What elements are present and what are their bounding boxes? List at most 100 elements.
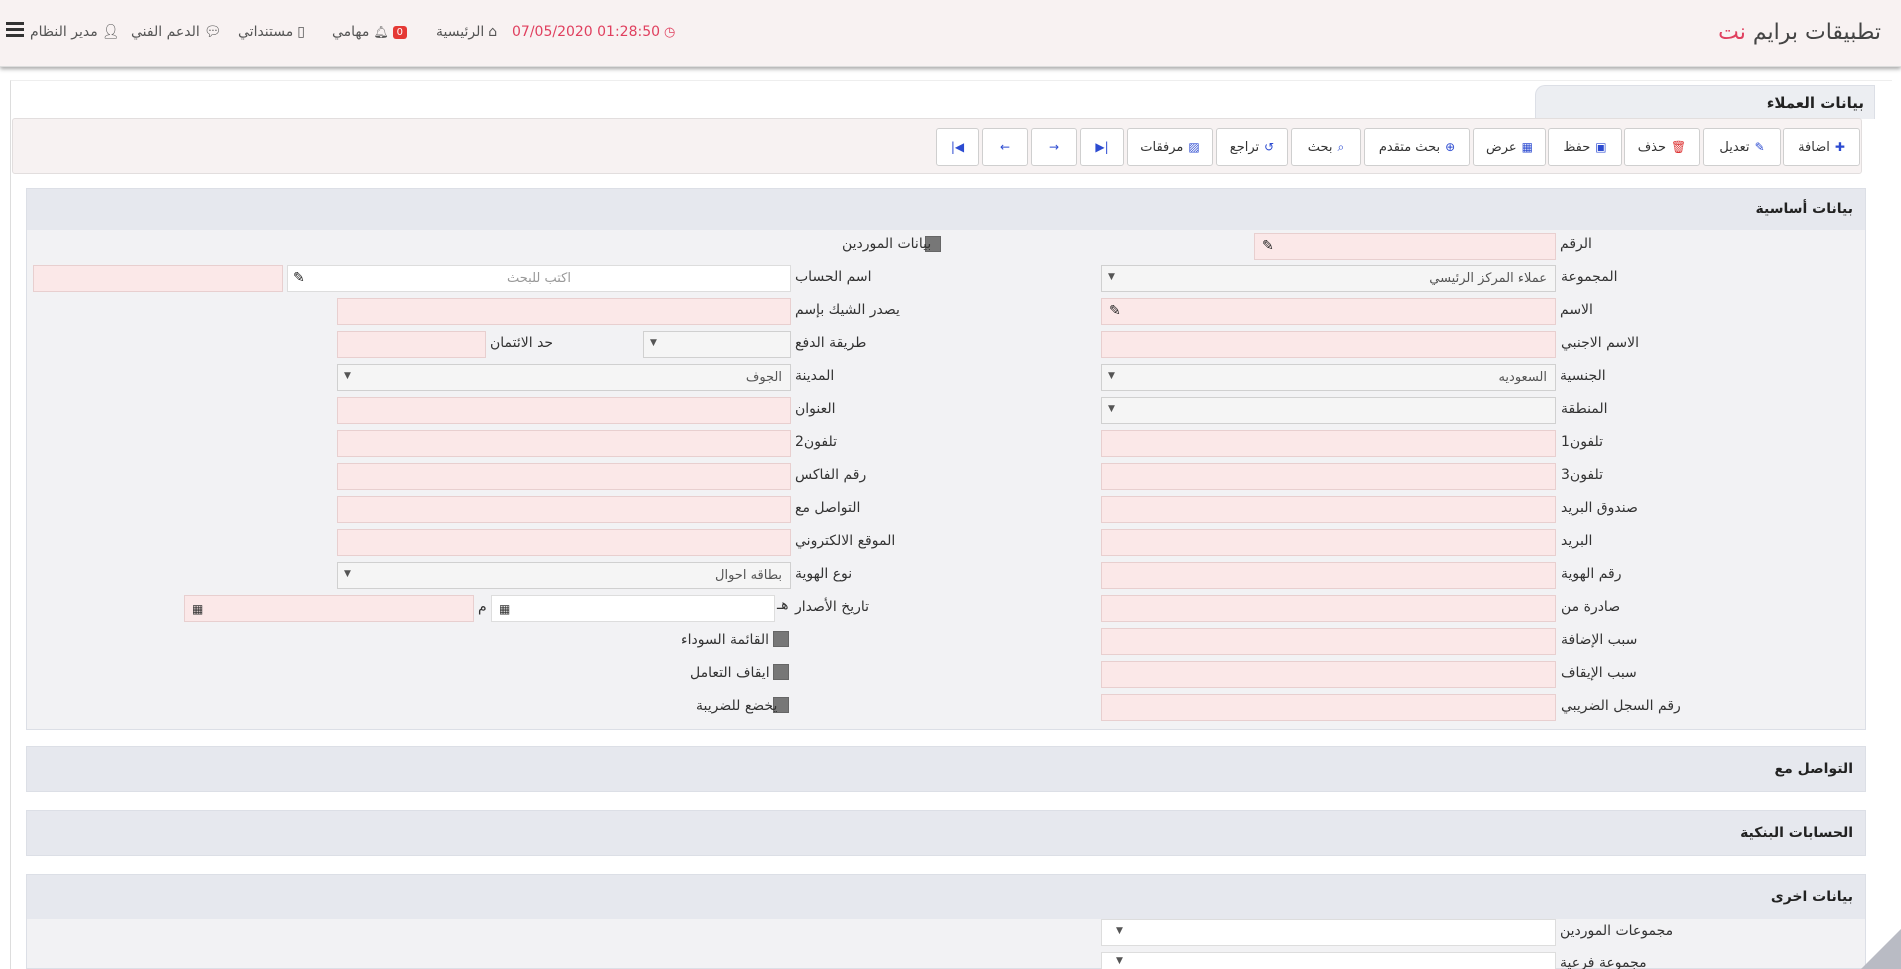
- phone1-label: تلفون1: [1561, 434, 1604, 450]
- scroll-to-top-corner[interactable]: [1861, 929, 1901, 969]
- id-number-field[interactable]: [1101, 562, 1556, 589]
- address-label: العنوان: [795, 401, 836, 417]
- section-other-header[interactable]: بيانات اخرى: [26, 874, 1866, 920]
- nav-tasks[interactable]: مهامي 🔔︎ 0: [332, 24, 407, 40]
- section-contact-header[interactable]: التواصل مع: [26, 746, 1866, 792]
- nationality-select[interactable]: السعوديه ▼: [1101, 364, 1556, 391]
- plus-icon: ✚: [1834, 140, 1845, 154]
- nav-user[interactable]: مدير النظام 👤︎: [30, 24, 120, 40]
- issue-date-label: تاريخ الأصدار: [795, 599, 870, 615]
- delete-button[interactable]: حذف 🗑︎: [1624, 128, 1700, 166]
- datetime-text: 07/05/2020 01:28:50: [512, 24, 661, 40]
- sub-group-select[interactable]: ▼: [1101, 952, 1556, 969]
- save-button[interactable]: حفظ ▣: [1548, 128, 1622, 166]
- account-code-field[interactable]: [33, 265, 283, 292]
- caret-down-icon: ▼: [1108, 371, 1115, 381]
- blacklist-checkbox[interactable]: [773, 631, 789, 647]
- stop-reason-label: سبب الإيقاف: [1561, 665, 1637, 681]
- table-icon: ▦: [1521, 140, 1533, 154]
- add-reason-field[interactable]: [1101, 628, 1556, 655]
- app-brand[interactable]: تطبيقات برايم نت: [1718, 20, 1881, 45]
- section-basic-header[interactable]: بيانات أساسية: [26, 188, 1866, 231]
- credit-limit-field[interactable]: [337, 331, 486, 358]
- credit-limit-label: حد الائتمان: [490, 335, 554, 351]
- tax-reg-field[interactable]: [1101, 694, 1556, 721]
- suppliers-data-label: بيانات الموردين: [842, 236, 932, 252]
- id-type-value: بطاقه احوال: [715, 568, 782, 583]
- payment-method-label: طريقة الدفع: [795, 335, 867, 351]
- last-record-button[interactable]: ▶|: [1080, 128, 1124, 166]
- stop-reason-field[interactable]: [1101, 661, 1556, 688]
- cheque-issuer-label: يصدر الشيك بإسم: [795, 302, 900, 318]
- city-label: المدينة: [795, 368, 835, 384]
- foreign-name-label: الاسم الاجنبي: [1561, 335, 1640, 351]
- view-button[interactable]: عرض ▦: [1473, 128, 1546, 166]
- page-tab[interactable]: بيانات العملاء: [1535, 85, 1875, 119]
- next-record-button[interactable]: →: [1031, 128, 1077, 166]
- caret-down-icon: ▼: [650, 338, 657, 348]
- contact-with-field[interactable]: [337, 496, 791, 523]
- caret-down-icon: ▼: [1108, 272, 1115, 282]
- edit-button[interactable]: تعديل ✎: [1703, 128, 1781, 166]
- email-field[interactable]: [1101, 529, 1556, 556]
- calendar-icon[interactable]: ▦: [499, 602, 510, 616]
- issue-date-gregorian-field[interactable]: [184, 595, 474, 622]
- fax-field[interactable]: [337, 463, 791, 490]
- brand-accent: نت: [1718, 20, 1746, 45]
- pencil-icon: ✎: [1754, 140, 1765, 154]
- account-name-label: اسم الحساب: [795, 269, 872, 285]
- group-select[interactable]: عملاء المركز الرئيسي ▼: [1101, 265, 1556, 292]
- undo-button[interactable]: تراجع ↺: [1216, 128, 1288, 166]
- phone2-label: تلفون2: [795, 434, 838, 450]
- payment-method-select[interactable]: ▼: [643, 331, 791, 358]
- name-label: الاسم: [1560, 302, 1593, 318]
- section-bank-header[interactable]: الحسابات البنكية: [26, 810, 1866, 856]
- search-button[interactable]: بحث ⌕: [1291, 128, 1361, 166]
- edit-number-icon[interactable]: ✎: [1262, 238, 1274, 254]
- nav-home[interactable]: الرئيسية ⌂: [436, 24, 497, 40]
- attachments-button[interactable]: مرفقات ▨: [1127, 128, 1213, 166]
- phone3-field[interactable]: [1101, 463, 1556, 490]
- issued-from-field[interactable]: [1101, 595, 1556, 622]
- home-label: الرئيسية: [436, 24, 485, 40]
- add-button[interactable]: اضافة ✚: [1783, 128, 1860, 166]
- phone2-field[interactable]: [337, 430, 791, 457]
- foreign-name-field[interactable]: [1101, 331, 1556, 358]
- arrow-right-icon: →: [1048, 140, 1060, 154]
- supplier-groups-select[interactable]: ▼: [1101, 919, 1556, 946]
- edit-name-icon[interactable]: ✎: [1109, 303, 1121, 319]
- clock-icon: ◷: [664, 24, 676, 40]
- website-field[interactable]: [337, 529, 791, 556]
- name-field[interactable]: [1101, 298, 1556, 325]
- id-type-select[interactable]: بطاقه احوال ▼: [337, 562, 791, 589]
- add-label: اضافة: [1798, 139, 1830, 155]
- number-field[interactable]: [1254, 233, 1556, 260]
- documents-label: مستنداتي: [238, 24, 294, 40]
- calendar-icon[interactable]: ▦: [192, 602, 203, 616]
- nav-support[interactable]: الدعم الفني 💬︎: [131, 24, 222, 40]
- stop-dealing-checkbox[interactable]: [773, 664, 789, 680]
- cheque-issuer-field[interactable]: [337, 298, 791, 325]
- advanced-search-button[interactable]: بحث متقدم ⊕: [1364, 128, 1470, 166]
- region-select[interactable]: ▼: [1101, 397, 1556, 424]
- user-label: مدير النظام: [30, 24, 98, 40]
- nav-documents[interactable]: مستنداتي ▯: [238, 24, 305, 40]
- edit-account-icon[interactable]: ✎: [293, 270, 305, 286]
- po-box-field[interactable]: [1101, 496, 1556, 523]
- delete-label: حذف: [1637, 139, 1667, 155]
- issue-date-hijri-field[interactable]: [491, 595, 775, 622]
- hamburger-menu-icon[interactable]: [6, 22, 24, 38]
- phone3-label: تلفون3: [1561, 467, 1604, 483]
- caret-down-icon: ▼: [1108, 404, 1115, 414]
- previous-record-button[interactable]: ←: [982, 128, 1028, 166]
- home-icon: ⌂: [488, 24, 498, 40]
- fax-label: رقم الفاكس: [795, 467, 867, 483]
- phone1-field[interactable]: [1101, 430, 1556, 457]
- undo-icon: ↺: [1264, 140, 1275, 154]
- city-select[interactable]: الجوف ▼: [337, 364, 791, 391]
- attachments-label: مرفقات: [1140, 139, 1184, 155]
- stop-dealing-label: ايقاف التعامل: [690, 665, 770, 681]
- first-record-button[interactable]: |◀: [936, 128, 979, 166]
- group-value: عملاء المركز الرئيسي: [1429, 271, 1547, 286]
- address-field[interactable]: [337, 397, 791, 424]
